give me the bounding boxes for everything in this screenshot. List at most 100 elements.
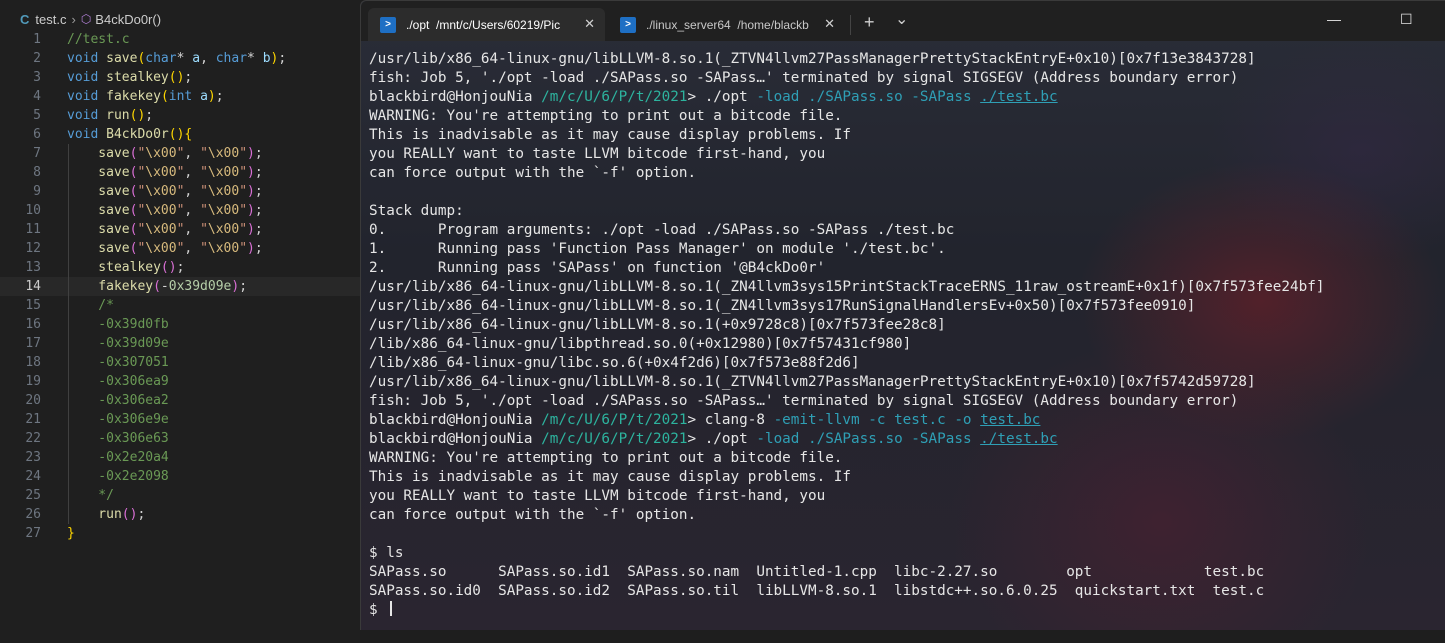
minimize-button[interactable]: — (1327, 11, 1341, 27)
code-line[interactable]: 3 void stealkey(); (0, 68, 360, 87)
code-token: " (239, 203, 248, 218)
code-token: int (168, 89, 201, 104)
code-text: run(); (67, 505, 145, 524)
chevron-right-icon: › (71, 11, 76, 27)
terminal-line: 1. Running pass 'Function Pass Manager' … (369, 240, 1445, 259)
code-token: " (200, 165, 208, 180)
code-token: ; (184, 70, 193, 85)
code-token: a (200, 89, 208, 104)
terminal-text: 1. Running pass 'Function Pass Manager' … (369, 241, 946, 257)
line-number: 3 (33, 70, 41, 85)
code-line[interactable]: 24 -0x2e2098 (0, 467, 360, 486)
terminal-window[interactable]: > ./opt /mnt/c/Users/60219/Pic ✕ > ./lin… (360, 0, 1445, 630)
code-line[interactable]: 16 -0x39d0fb (0, 315, 360, 334)
code-token: () (160, 260, 177, 275)
code-token: void (67, 127, 107, 142)
terminal-line: fish: Job 5, './opt -load ./SAPass.so -S… (369, 392, 1445, 411)
terminal-text: Stack dump: (369, 203, 464, 219)
code-line[interactable]: 19 -0x306ea9 (0, 372, 360, 391)
code-line[interactable]: 27} (0, 524, 360, 543)
code-token: ; (239, 279, 248, 294)
code-line[interactable]: 1 //test.c (0, 30, 360, 49)
linux-shell-icon: > (620, 16, 636, 33)
terminal-file-link[interactable]: test.bc (980, 412, 1040, 428)
code-token: ) (247, 146, 255, 161)
code-token: save (67, 165, 130, 180)
code-line[interactable]: 2 void save(char* a, char* b); (0, 49, 360, 68)
code-token: stealkey (67, 260, 161, 275)
breadcrumb-symbol[interactable]: B4ckDo0r() (95, 12, 161, 27)
terminal-text: fish: Job 5, './opt -load ./SAPass.so -S… (369, 70, 1239, 86)
code-token: ; (254, 203, 263, 218)
code-text: save("\x00", "\x00"); (67, 182, 262, 201)
terminal-text: SAPass.so SAPass.so.id1 SAPass.so.nam Un… (369, 564, 1265, 580)
code-token: " (239, 241, 248, 256)
code-line[interactable]: 15 /* (0, 296, 360, 315)
terminal-output[interactable]: /usr/lib/x86_64-linux-gnu/libLLVM-8.so.1… (369, 50, 1445, 620)
code-line[interactable]: 14 fakekey(-0x39d09e); (0, 277, 360, 296)
code-token: \x00 (207, 203, 240, 218)
terminal-text: -load ./SAPass.so -SAPass (756, 431, 981, 447)
code-line[interactable]: 17 -0x39d09e (0, 334, 360, 353)
code-token: () (168, 70, 185, 85)
new-tab-button[interactable]: + (864, 12, 875, 33)
code-token: -0x306ea2 (67, 393, 169, 408)
code-token: save (67, 146, 130, 161)
code-text: -0x307051 (67, 353, 168, 372)
code-line[interactable]: 10 save("\x00", "\x00"); (0, 201, 360, 220)
terminal-line: can force output with the `-f' option. (369, 506, 1445, 525)
code-line[interactable]: 9 save("\x00", "\x00"); (0, 182, 360, 201)
terminal-text: /m/c/U/6/P/t/2021 (541, 89, 688, 105)
terminal-text: /usr/lib/x86_64-linux-gnu/libLLVM-8.so.1… (369, 279, 1325, 295)
terminal-text: This is inadvisable as it may cause disp… (369, 127, 852, 143)
code-line[interactable]: 25 */ (0, 486, 360, 505)
terminal-tab-opt[interactable]: > ./opt /mnt/c/Users/60219/Pic ✕ (368, 8, 605, 41)
code-text: save("\x00", "\x00"); (67, 201, 263, 220)
terminal-line: blackbird@HonjouNia /m/c/U/6/P/t/2021> c… (369, 411, 1445, 430)
line-number: 14 (25, 279, 41, 294)
code-token: save (106, 51, 138, 66)
terminal-line: 2. Running pass 'SAPass' on function '@B… (369, 259, 1445, 278)
code-text: //test.c (67, 30, 130, 49)
close-icon[interactable]: ✕ (584, 16, 595, 32)
code-line[interactable]: 23 -0x2e20a4 (0, 448, 360, 467)
code-line[interactable]: 11 save("\x00", "\x00"); (0, 220, 360, 239)
terminal-file-link[interactable]: ./test.bc (980, 431, 1057, 447)
tab-dropdown-button[interactable]: ⌄ (895, 9, 908, 29)
close-icon[interactable]: ✕ (824, 16, 835, 32)
code-token: stealkey (106, 70, 169, 85)
line-number: 19 (25, 374, 41, 389)
code-token: /* (67, 298, 114, 313)
code-token: , (184, 165, 201, 180)
code-line[interactable]: 18 -0x307051 (0, 353, 360, 372)
terminal-file-link[interactable]: ./test.bc (980, 89, 1057, 105)
code-line[interactable]: 5 void run(); (0, 106, 360, 125)
code-text: -0x306e9e (67, 410, 168, 429)
code-token: { (184, 127, 193, 142)
code-text: -0x306ea2 (67, 391, 169, 410)
line-number: 2 (33, 51, 41, 66)
code-line[interactable]: 20 -0x306ea2 (0, 391, 360, 410)
code-token: * (176, 51, 193, 66)
code-line[interactable]: 13 stealkey(); (0, 258, 360, 277)
code-token: ) (207, 89, 216, 104)
code-line[interactable]: 8 save("\x00", "\x00"); (0, 163, 360, 182)
code-line[interactable]: 22 -0x306e63 (0, 429, 360, 448)
code-token: " (239, 146, 248, 161)
code-line[interactable]: 6 void B4ckDo0r(){ (0, 125, 360, 144)
code-line[interactable]: 12 save("\x00", "\x00"); (0, 239, 360, 258)
maximize-button[interactable]: ☐ (1400, 11, 1413, 28)
code-editor[interactable]: C test.c › ⬡ B4ckDo0r() 1//test.c 2 void s… (0, 0, 360, 643)
line-number: 27 (25, 526, 41, 541)
code-line[interactable]: 4 void fakekey(int a); (0, 87, 360, 106)
line-number: 9 (33, 184, 41, 199)
text-cursor (390, 601, 393, 616)
code-line[interactable]: 26 run(); (0, 505, 360, 524)
terminal-line: /usr/lib/x86_64-linux-gnu/libLLVM-8.so.1… (369, 373, 1445, 392)
terminal-tab-linux-server[interactable]: > ./linux_server64 /home/blackb ✕ (608, 8, 845, 41)
code-line[interactable]: 21 -0x306e9e (0, 410, 360, 429)
code-line[interactable]: 7 save("\x00", "\x00"); (0, 144, 360, 163)
line-number: 10 (25, 203, 41, 218)
breadcrumb-file[interactable]: test.c (35, 12, 66, 27)
